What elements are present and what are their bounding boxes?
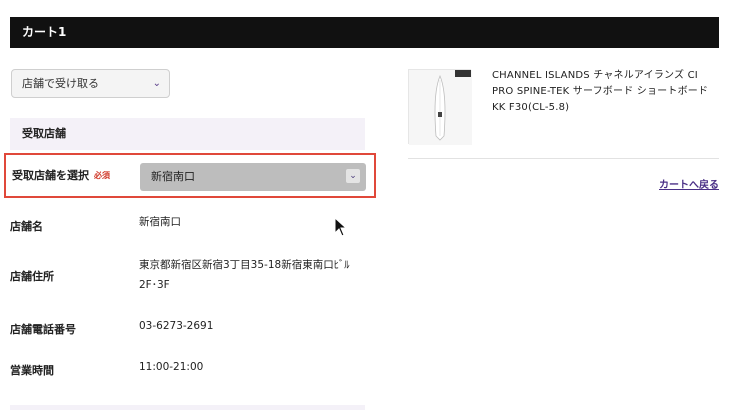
store-select-row: 受取店舗を選択 必須 新宿南口 ⌄ <box>4 153 376 198</box>
product-name[interactable]: CHANNEL ISLANDS チャネルアイランズ CI PRO SPINE-T… <box>492 68 720 116</box>
section-footer-strip <box>10 405 365 410</box>
store-address-label: 店舗住所 <box>10 270 54 283</box>
mouse-cursor-icon <box>334 217 348 237</box>
cart-header: カート1 <box>10 17 719 48</box>
required-badge: 必須 <box>94 171 110 180</box>
store-name-label: 店舗名 <box>10 220 43 233</box>
store-name-value: 新宿南口 <box>139 216 181 228</box>
pickup-method-select[interactable]: 店舗で受け取る ⌄ <box>11 69 170 98</box>
chevron-down-icon: ⌄ <box>346 169 360 183</box>
section-title: 受取店舗 <box>22 127 66 140</box>
store-phone-value: 03-6273-2691 <box>139 320 214 332</box>
store-select[interactable]: 新宿南口 ⌄ <box>140 163 366 191</box>
divider <box>408 158 719 159</box>
product-thumbnail[interactable] <box>408 69 472 145</box>
store-hours-value: 11:00-21:00 <box>139 361 204 373</box>
store-address-value: 東京都新宿区新宿3丁目35-18新宿東南口ﾋﾞﾙ2F･3F <box>139 259 350 291</box>
chevron-down-icon: ⌄ <box>152 78 161 89</box>
cart-title: カート1 <box>22 25 67 39</box>
store-select-label: 受取店舗を選択 <box>12 169 89 182</box>
pickup-method-value: 店舗で受け取る <box>22 77 99 90</box>
store-select-value: 新宿南口 <box>151 170 195 183</box>
store-phone-label: 店舗電話番号 <box>10 323 76 336</box>
back-to-cart-link[interactable]: カートへ戻る <box>659 176 719 191</box>
surfboard-icon <box>409 70 472 145</box>
pickup-store-section-header: 受取店舗 <box>10 118 365 150</box>
store-hours-label: 営業時間 <box>10 364 54 377</box>
